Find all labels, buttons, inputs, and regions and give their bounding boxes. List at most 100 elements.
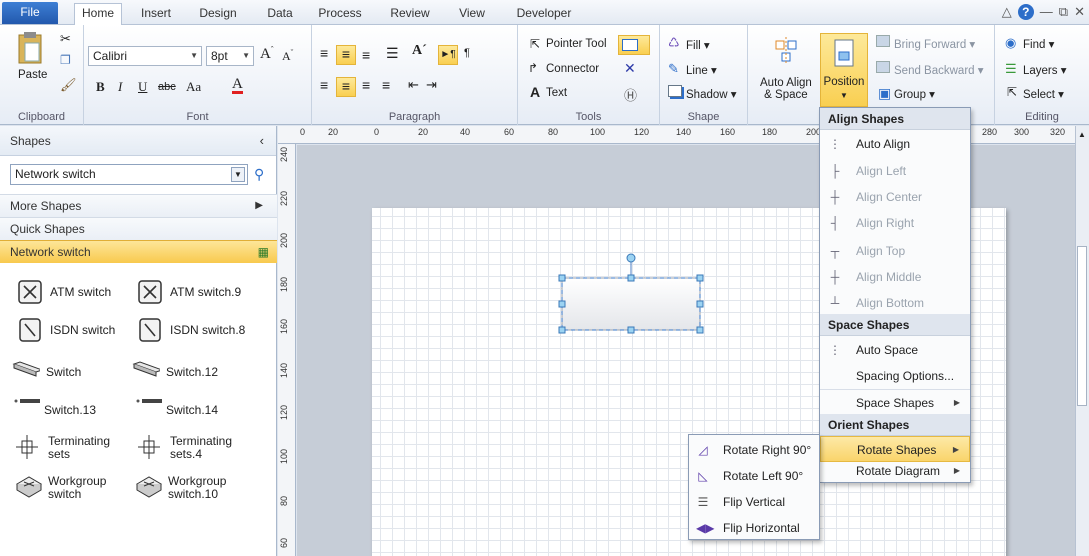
menu-item-align-top[interactable]: ┬ Align Top xyxy=(820,238,970,264)
italic-button[interactable]: I xyxy=(118,79,122,95)
tab-review[interactable]: Review xyxy=(384,4,436,25)
pointer-tool-button[interactable]: Pointer Tool xyxy=(546,38,607,50)
position-button[interactable]: Position ▼ xyxy=(820,33,868,107)
shape-master[interactable]: Workgroup switch.10 xyxy=(134,470,248,506)
stencil-edit-icon[interactable]: ▦ xyxy=(258,241,269,263)
search-icon[interactable]: ⚲ xyxy=(254,166,264,183)
network-switch-stencil[interactable]: Network switch ▦ xyxy=(0,240,277,263)
tab-process[interactable]: Process xyxy=(312,4,368,25)
align-bottom-text-icon[interactable]: ≡ xyxy=(362,47,370,63)
selected-shape[interactable] xyxy=(554,248,708,340)
restore-window-icon[interactable]: ⧉ xyxy=(1059,4,1068,20)
shadow-button[interactable]: Shadow ▾ xyxy=(686,87,737,101)
change-case-button[interactable]: Aa xyxy=(186,79,201,95)
menu-item-auto-align[interactable]: ⋮ Auto Align xyxy=(820,131,970,157)
scroll-up-icon[interactable]: ▲ xyxy=(1078,130,1086,139)
vertical-scrollbar[interactable]: ▲ xyxy=(1075,126,1089,556)
menu-item-rotate-diagram[interactable]: Rotate Diagram ▶ xyxy=(820,458,970,484)
help-icon[interactable]: ? xyxy=(1017,4,1034,20)
shape-master[interactable]: Terminating sets.4 xyxy=(136,430,250,466)
align-middle-text-icon[interactable]: ≡ xyxy=(336,45,356,65)
resize-handle[interactable] xyxy=(627,274,635,282)
delete-connector-icon[interactable]: ✕ xyxy=(624,60,636,77)
bullets-icon[interactable]: ☰ xyxy=(386,45,399,62)
copy-icon[interactable]: ❐ xyxy=(60,53,71,67)
resize-handle[interactable] xyxy=(558,326,566,334)
underline-button[interactable]: U xyxy=(138,79,147,95)
menu-item-align-left[interactable]: ├ Align Left xyxy=(820,158,970,184)
decrease-indent-icon[interactable]: ⇤ xyxy=(408,77,419,93)
justify-icon[interactable]: ≡ xyxy=(382,77,390,93)
connector-button[interactable]: Connector xyxy=(546,63,599,75)
text-direction-icon[interactable]: ►¶ xyxy=(438,45,458,65)
resize-handle[interactable] xyxy=(558,300,566,308)
bring-forward-button[interactable]: Bring Forward ▾ xyxy=(894,37,975,51)
connection-point-icon[interactable]: Ⓗ xyxy=(624,85,637,104)
chevron-down-icon[interactable]: ▼ xyxy=(231,167,245,182)
font-size-combo[interactable]: 8pt ▼ xyxy=(206,46,254,66)
align-left-icon[interactable]: ≡ xyxy=(320,77,328,93)
auto-align-space-button[interactable]: Auto Align & Space xyxy=(760,77,812,101)
shape-master[interactable]: Switch.13 xyxy=(14,392,96,428)
menu-item-align-right[interactable]: ┤ Align Right xyxy=(820,210,970,236)
menu-item-auto-space[interactable]: ⋮ Auto Space xyxy=(820,337,970,363)
shape-master[interactable]: ATM switch xyxy=(16,274,111,310)
text-tool-button[interactable]: Text xyxy=(546,87,567,99)
shape-master[interactable]: Terminating sets xyxy=(14,430,128,466)
tab-developer[interactable]: Developer xyxy=(508,4,580,25)
minimize-window-icon[interactable]: — xyxy=(1040,4,1053,20)
format-painter-icon[interactable]: 🖌 xyxy=(60,77,77,93)
group-button[interactable]: Group ▾ xyxy=(894,87,935,101)
shape-master[interactable]: ISDN switch.8 xyxy=(136,312,245,348)
tab-file[interactable]: File xyxy=(2,2,58,24)
resize-handle[interactable] xyxy=(558,274,566,282)
align-right-icon[interactable]: ≡ xyxy=(362,77,370,93)
layers-button[interactable]: Layers ▾ xyxy=(1023,63,1067,77)
font-color-button[interactable]: A xyxy=(232,77,243,94)
cut-icon[interactable]: ✂ xyxy=(60,31,71,47)
fill-button[interactable]: Fill ▾ xyxy=(686,38,710,52)
shape-search-input[interactable]: Network switch ▼ xyxy=(10,164,248,185)
close-window-icon[interactable]: ✕ xyxy=(1074,4,1085,20)
line-button[interactable]: Line ▾ xyxy=(686,63,717,77)
resize-handle[interactable] xyxy=(696,300,704,308)
shrink-font-icon[interactable]: Aˇ xyxy=(282,48,293,64)
shape-master[interactable]: ATM switch.9 xyxy=(136,274,241,310)
find-button[interactable]: Find ▾ xyxy=(1023,37,1054,51)
menu-item-align-middle[interactable]: ┼ Align Middle xyxy=(820,264,970,290)
align-center-icon[interactable]: ≡ xyxy=(336,77,356,97)
menu-item-spacing-options[interactable]: Spacing Options... xyxy=(820,363,970,389)
shape-master[interactable]: Workgroup switch xyxy=(14,470,118,506)
shape-master[interactable]: Switch.12 xyxy=(132,354,218,390)
strikethrough-button[interactable]: abc xyxy=(158,81,176,93)
quick-shapes-item[interactable]: Quick Shapes xyxy=(0,217,277,240)
resize-handle[interactable] xyxy=(696,274,704,282)
paragraph-mark-icon[interactable]: ¶ xyxy=(464,47,470,59)
tab-view[interactable]: View xyxy=(452,4,492,25)
menu-item-space-shapes[interactable]: Space Shapes ▶ xyxy=(820,389,970,415)
menu-item-flip-horizontal[interactable]: ◀▶ Flip Horizontal xyxy=(689,515,819,541)
shape-master[interactable]: Switch xyxy=(12,354,81,390)
paste-button[interactable]: Paste xyxy=(18,69,47,81)
grow-font-icon[interactable]: Aˆ xyxy=(260,45,274,63)
rectangle-tool-icon[interactable] xyxy=(618,35,650,55)
menu-item-flip-vertical[interactable]: ☰ Flip Vertical xyxy=(689,489,819,515)
resize-handle[interactable] xyxy=(627,326,635,334)
increase-indent-icon[interactable]: ⇥ xyxy=(426,77,437,93)
resize-handle[interactable] xyxy=(696,326,704,334)
menu-item-rotate-left[interactable]: ◺ Rotate Left 90° xyxy=(689,463,819,489)
menu-item-align-center[interactable]: ┼ Align Center xyxy=(820,184,970,210)
menu-item-align-bottom[interactable]: ┴ Align Bottom xyxy=(820,290,970,316)
menu-item-rotate-right[interactable]: ◿ Rotate Right 90° xyxy=(689,437,819,463)
minimize-ribbon-icon[interactable]: △ xyxy=(1002,4,1012,20)
shape-master[interactable]: Switch.14 xyxy=(136,392,218,428)
paste-icon[interactable] xyxy=(16,31,44,65)
font-family-combo[interactable]: Calibri ▼ xyxy=(88,46,202,66)
bold-button[interactable]: B xyxy=(96,79,105,95)
tab-home[interactable]: Home xyxy=(74,3,122,25)
rotation-handle[interactable] xyxy=(626,253,636,263)
more-shapes-item[interactable]: More Shapes ▶ xyxy=(0,194,277,217)
tab-insert[interactable]: Insert xyxy=(132,4,180,25)
shape-master[interactable]: ISDN switch xyxy=(16,312,115,348)
align-top-text-icon[interactable]: ≡ xyxy=(320,45,328,61)
